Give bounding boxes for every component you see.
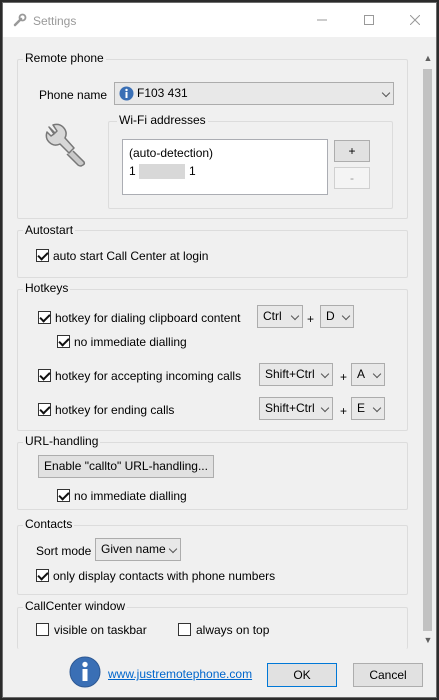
accept-call-checkbox[interactable]	[38, 369, 51, 382]
end-call-label: hotkey for ending calls	[55, 403, 175, 417]
add-address-button[interactable]: +	[334, 140, 370, 162]
info-icon	[119, 86, 134, 101]
chevron-down-icon	[320, 403, 330, 413]
maximize-button[interactable]	[346, 3, 392, 37]
list-item[interactable]: 1 1	[129, 164, 209, 180]
sort-mode-label: Sort mode	[36, 544, 92, 558]
accept-call-modifier-select[interactable]: Shift+Ctrl	[259, 363, 333, 386]
contacts-legend: Contacts	[23, 517, 75, 531]
redacted-block	[139, 164, 185, 179]
dial-clipboard-key-value: D	[326, 309, 335, 323]
contacts-group	[17, 525, 408, 595]
sort-mode-select[interactable]: Given name	[95, 538, 181, 561]
only-phone-contacts-label: only display contacts with phone numbers	[53, 569, 276, 583]
cancel-button[interactable]: Cancel	[353, 663, 423, 687]
wifi-address-list[interactable]: (auto-detection) 1 1	[122, 139, 328, 195]
remove-address-button[interactable]: -	[334, 167, 370, 189]
end-call-modifier-value: Shift+Ctrl	[265, 401, 315, 415]
wrench-icon	[13, 13, 27, 27]
accept-call-key-value: A	[357, 367, 366, 381]
minimize-icon	[317, 19, 327, 21]
plus-separator: +	[340, 370, 348, 384]
wifi-address-start: 1	[129, 164, 136, 178]
chevron-down-icon	[372, 403, 382, 413]
list-item[interactable]: (auto-detection)	[129, 146, 213, 160]
no-immediate-dialling-label: no immediate dialling	[74, 335, 187, 349]
phone-name-label: Phone name	[39, 88, 108, 102]
remote-phone-legend: Remote phone	[23, 51, 106, 65]
info-icon	[69, 656, 101, 688]
end-call-modifier-select[interactable]: Shift+Ctrl	[259, 397, 333, 420]
enable-callto-button[interactable]: Enable "callto" URL-handling...	[38, 455, 214, 478]
auto-start-checkbox[interactable]	[36, 249, 49, 262]
close-icon	[410, 15, 420, 25]
accept-call-key-select[interactable]: A	[351, 363, 385, 386]
url-no-immediate-dialling-checkbox[interactable]	[57, 489, 70, 502]
only-phone-contacts-checkbox[interactable]	[36, 569, 49, 582]
dial-clipboard-checkbox[interactable]	[38, 311, 51, 324]
wrench-large-icon	[45, 123, 86, 167]
accept-call-label: hotkey for accepting incoming calls	[55, 369, 242, 383]
chevron-down-icon	[290, 311, 300, 321]
auto-start-label: auto start Call Center at login	[53, 249, 209, 263]
visible-taskbar-label: visible on taskbar	[54, 623, 147, 637]
wifi-addresses-legend: Wi-Fi addresses	[117, 113, 208, 127]
chevron-down-icon	[320, 369, 330, 379]
chevron-down-icon	[381, 88, 391, 98]
autostart-legend: Autostart	[23, 223, 76, 237]
always-on-top-label: always on top	[196, 623, 270, 637]
phone-name-select[interactable]: F103 431	[114, 82, 394, 105]
minimize-button[interactable]	[299, 3, 345, 37]
window-title: Settings	[33, 14, 77, 28]
chevron-down-icon	[341, 311, 351, 321]
ok-button[interactable]: OK	[267, 663, 337, 687]
accept-call-modifier-value: Shift+Ctrl	[265, 367, 315, 381]
end-call-key-value: E	[357, 401, 366, 415]
settings-window: Settings Remote phone Phone name F103 43…	[2, 2, 437, 698]
callcenter-window-legend: CallCenter window	[23, 599, 128, 613]
hotkeys-legend: Hotkeys	[23, 281, 71, 295]
chevron-down-icon	[372, 369, 382, 379]
end-call-key-select[interactable]: E	[351, 397, 385, 420]
wifi-address-end: 1	[189, 164, 196, 178]
maximize-icon	[364, 15, 374, 25]
always-on-top-checkbox[interactable]	[178, 623, 191, 636]
phone-name-value: F103 431	[137, 86, 188, 100]
no-immediate-dialling-checkbox[interactable]	[57, 335, 70, 348]
vertical-scrollbar[interactable]: ▲ ▼	[419, 49, 436, 649]
plus-separator: +	[307, 312, 315, 326]
dial-clipboard-modifier-value: Ctrl	[263, 309, 282, 323]
dial-clipboard-label: hotkey for dialing clipboard content	[55, 311, 241, 325]
end-call-checkbox[interactable]	[38, 403, 51, 416]
visible-taskbar-checkbox[interactable]	[36, 623, 49, 636]
dial-clipboard-modifier-select[interactable]: Ctrl	[257, 305, 303, 328]
url-handling-legend: URL-handling	[23, 434, 101, 448]
scroll-down-icon[interactable]: ▼	[423, 635, 433, 645]
scrollbar-thumb[interactable]	[423, 69, 432, 631]
dial-clipboard-key-select[interactable]: D	[320, 305, 354, 328]
scroll-up-icon[interactable]: ▲	[423, 53, 433, 63]
website-link[interactable]: www.justremotephone.com	[108, 667, 252, 681]
sort-mode-value: Given name	[101, 542, 166, 556]
plus-separator: +	[340, 404, 348, 418]
title-bar: Settings	[3, 3, 436, 37]
url-no-immediate-dialling-label: no immediate dialling	[74, 489, 187, 503]
chevron-down-icon	[168, 544, 178, 554]
close-button[interactable]	[392, 3, 438, 37]
